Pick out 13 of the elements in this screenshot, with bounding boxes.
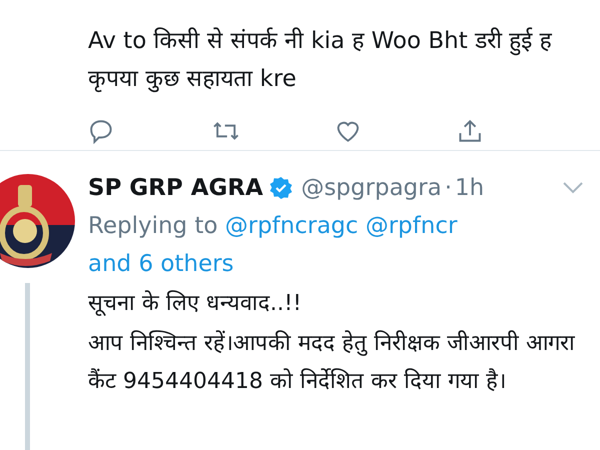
account-name[interactable]: SP GRP AGRA — [88, 175, 264, 201]
mention-link[interactable]: and 6 others — [88, 251, 234, 277]
reply-icon — [88, 118, 114, 144]
reply-text: आप निश्चिन्त रहें।आपकी मदद हेतु निरीक्षक जीआरपी आगरा कैंट 9454404418 को निर्देशित कर दिया गया है। — [88, 329, 576, 396]
reply-text: सूचना के लिए धन्यवाद..!! — [88, 289, 303, 318]
mention-link[interactable]: @rpfncragc — [224, 213, 358, 239]
replying-to-text: Replying to @rpfncragc @rpfncr and 6 others — [88, 212, 458, 279]
account-handle[interactable]: @spgrpagra — [301, 175, 442, 201]
share-icon — [457, 118, 483, 144]
separator-dot: · — [444, 175, 452, 201]
mention-link[interactable]: @rpfncr — [365, 213, 458, 239]
tweet-time[interactable]: 1h — [454, 175, 484, 201]
tweet-text: Av to किसी से संपर्क नी kia ह Woo Bht डरी हुई ह कृपया कुछ सहायता kre — [88, 26, 553, 94]
